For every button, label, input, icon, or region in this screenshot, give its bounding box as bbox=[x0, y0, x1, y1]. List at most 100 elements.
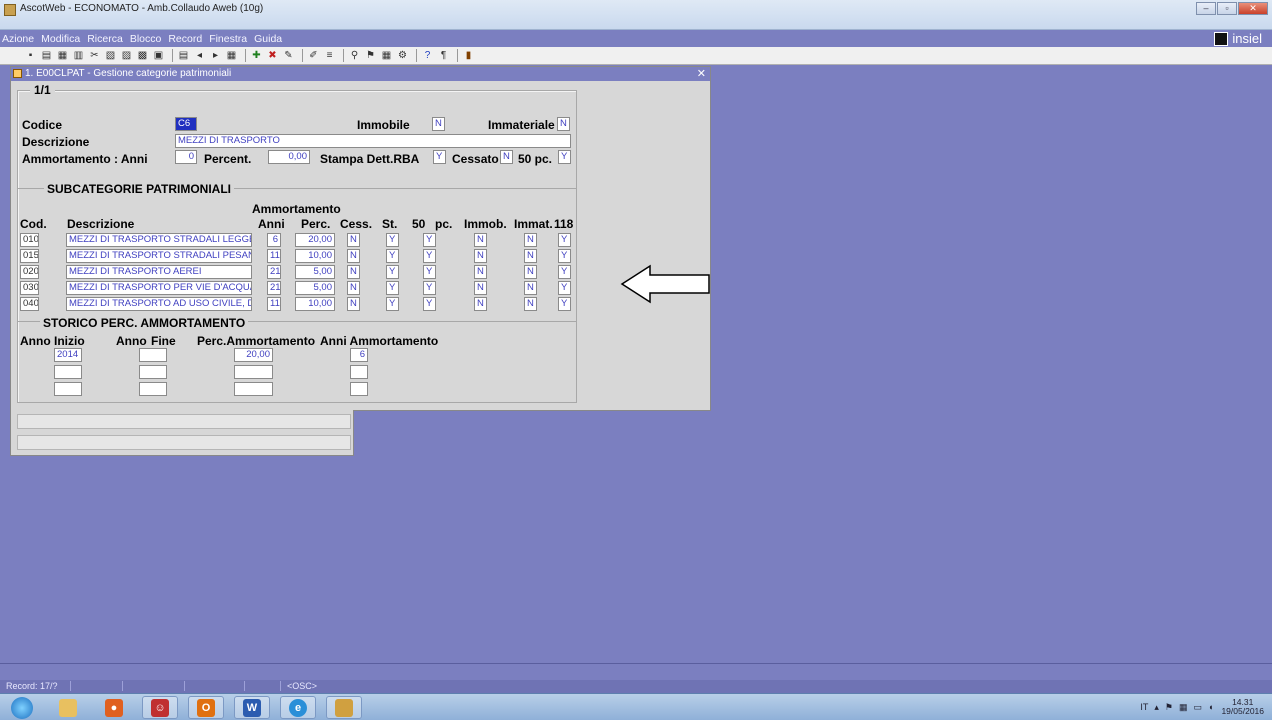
row-pc50[interactable]: Y bbox=[423, 233, 436, 247]
row-st[interactable]: Y bbox=[386, 297, 399, 311]
network-icon[interactable]: ▦ bbox=[1179, 702, 1188, 713]
storico-perc[interactable]: 20,00 bbox=[234, 348, 273, 362]
row-immob[interactable]: N bbox=[474, 281, 487, 295]
minimize-button[interactable]: – bbox=[1196, 2, 1216, 15]
paste-icon[interactable]: ▥ bbox=[72, 49, 85, 62]
menu-blocco[interactable]: Blocco bbox=[130, 33, 162, 45]
taskbar-explorer[interactable] bbox=[50, 696, 86, 719]
row-cess[interactable]: N bbox=[347, 297, 360, 311]
percent-field[interactable]: 0,00 bbox=[268, 150, 310, 164]
storico-anni[interactable] bbox=[350, 382, 368, 396]
row-anni[interactable]: 11 bbox=[267, 249, 281, 263]
language-indicator[interactable]: IT bbox=[1140, 702, 1148, 712]
row-cod[interactable]: 015 bbox=[20, 249, 39, 263]
block-icon[interactable]: ▤ bbox=[177, 49, 190, 62]
storico-inizio[interactable] bbox=[54, 382, 82, 396]
taskbar-media[interactable]: ● bbox=[96, 696, 132, 719]
next-record-icon[interactable]: ▸ bbox=[209, 49, 222, 62]
row-immat[interactable]: N bbox=[524, 297, 537, 311]
row-118[interactable]: Y bbox=[558, 281, 571, 295]
storico-anni[interactable] bbox=[350, 365, 368, 379]
codice-field[interactable]: C6 bbox=[175, 117, 197, 131]
clear-record-icon[interactable]: ✎ bbox=[282, 49, 295, 62]
row-cess[interactable]: N bbox=[347, 249, 360, 263]
row-pc50[interactable]: Y bbox=[423, 265, 436, 279]
row-st[interactable]: Y bbox=[386, 265, 399, 279]
volume-icon[interactable]: ◖ bbox=[1208, 702, 1213, 712]
row-immob[interactable]: N bbox=[474, 265, 487, 279]
cut-icon[interactable]: ✂ bbox=[88, 49, 101, 62]
row-perc[interactable]: 5,00 bbox=[295, 281, 335, 295]
save-icon[interactable]: ▪ bbox=[24, 49, 37, 62]
edit-icon[interactable]: ✐ bbox=[307, 49, 320, 62]
menu-record[interactable]: Record bbox=[168, 33, 202, 45]
menu-modifica[interactable]: Modifica bbox=[41, 33, 80, 45]
display-icon[interactable]: ▭ bbox=[1194, 702, 1203, 713]
row-immat[interactable]: N bbox=[524, 265, 537, 279]
row-immob[interactable]: N bbox=[474, 233, 487, 247]
taskbar-ie[interactable]: e bbox=[280, 696, 316, 719]
row-immat[interactable]: N bbox=[524, 249, 537, 263]
start-button[interactable] bbox=[4, 696, 40, 719]
row-desc[interactable]: MEZZI DI TRASPORTO STRADALI PESANT bbox=[66, 249, 252, 263]
execute-query-icon[interactable]: ▣ bbox=[152, 49, 165, 62]
search-icon[interactable]: ⚲ bbox=[348, 49, 361, 62]
row-anni[interactable]: 21 bbox=[267, 265, 281, 279]
print-icon[interactable]: ▤ bbox=[40, 49, 53, 62]
row-118[interactable]: Y bbox=[558, 249, 571, 263]
immateriale-field[interactable]: N bbox=[557, 117, 570, 131]
flag-icon[interactable]: ⚑ bbox=[1165, 702, 1173, 713]
storico-perc[interactable] bbox=[234, 365, 273, 379]
exit-icon[interactable]: ▮ bbox=[462, 49, 475, 62]
filter-icon[interactable]: ⚑ bbox=[364, 49, 377, 62]
clear-icon[interactable]: ▨ bbox=[120, 49, 133, 62]
row-st[interactable]: Y bbox=[386, 281, 399, 295]
row-desc[interactable]: MEZZI DI TRASPORTO PER VIE D'ACQUA bbox=[66, 281, 252, 295]
taskbar-ascotweb[interactable] bbox=[326, 696, 362, 719]
row-perc[interactable]: 10,00 bbox=[295, 297, 335, 311]
context-help-icon[interactable]: ¶ bbox=[437, 49, 450, 62]
row-st[interactable]: Y bbox=[386, 233, 399, 247]
form-close-icon[interactable]: ✕ bbox=[697, 67, 706, 81]
immobile-field[interactable]: N bbox=[432, 117, 445, 131]
row-cess[interactable]: N bbox=[347, 233, 360, 247]
row-118[interactable]: Y bbox=[558, 297, 571, 311]
row-cod[interactable]: 020 bbox=[20, 265, 39, 279]
row-desc[interactable]: MEZZI DI TRASPORTO STRADALI LEGGER bbox=[66, 233, 252, 247]
background-form-bar[interactable] bbox=[17, 414, 351, 429]
storico-anni[interactable]: 6 bbox=[350, 348, 368, 362]
taskbar-outlook[interactable]: O bbox=[188, 696, 224, 719]
row-cod[interactable]: 030 bbox=[20, 281, 39, 295]
storico-fine[interactable] bbox=[139, 382, 167, 396]
tray-arrow-icon[interactable]: ▴ bbox=[1154, 702, 1159, 713]
duplicate-icon[interactable]: ▧ bbox=[104, 49, 117, 62]
background-form-bar[interactable] bbox=[17, 435, 351, 450]
row-cess[interactable]: N bbox=[347, 265, 360, 279]
row-immob[interactable]: N bbox=[474, 297, 487, 311]
storico-inizio[interactable]: 2014 bbox=[54, 348, 82, 362]
storico-fine[interactable] bbox=[139, 365, 167, 379]
storico-fine[interactable] bbox=[139, 348, 167, 362]
close-button[interactable]: ✕ bbox=[1238, 2, 1268, 15]
menu-guida[interactable]: Guida bbox=[254, 33, 282, 45]
options-icon[interactable]: ⚙ bbox=[396, 49, 409, 62]
insert-record-icon[interactable]: ✚ bbox=[250, 49, 263, 62]
row-perc[interactable]: 10,00 bbox=[295, 249, 335, 263]
row-pc50[interactable]: Y bbox=[423, 249, 436, 263]
last-block-icon[interactable]: ▦ bbox=[225, 49, 238, 62]
menu-finestra[interactable]: Finestra bbox=[209, 33, 247, 45]
prev-record-icon[interactable]: ◂ bbox=[193, 49, 206, 62]
taskbar-app[interactable]: ☺ bbox=[142, 696, 178, 719]
clock[interactable]: 14.31 19/05/2016 bbox=[1221, 698, 1264, 716]
calendar-icon[interactable]: ▦ bbox=[380, 49, 393, 62]
row-cod[interactable]: 040 bbox=[20, 297, 39, 311]
row-desc[interactable]: MEZZI DI TRASPORTO AEREI bbox=[66, 265, 252, 279]
row-anni[interactable]: 11 bbox=[267, 297, 281, 311]
row-immat[interactable]: N bbox=[524, 281, 537, 295]
help-icon[interactable]: ? bbox=[421, 49, 434, 62]
delete-record-icon[interactable]: ✖ bbox=[266, 49, 279, 62]
copy-icon[interactable]: ▦ bbox=[56, 49, 69, 62]
query-icon[interactable]: ▩ bbox=[136, 49, 149, 62]
row-118[interactable]: Y bbox=[558, 265, 571, 279]
row-desc[interactable]: MEZZI DI TRASPORTO AD USO CIVILE, DI bbox=[66, 297, 252, 311]
